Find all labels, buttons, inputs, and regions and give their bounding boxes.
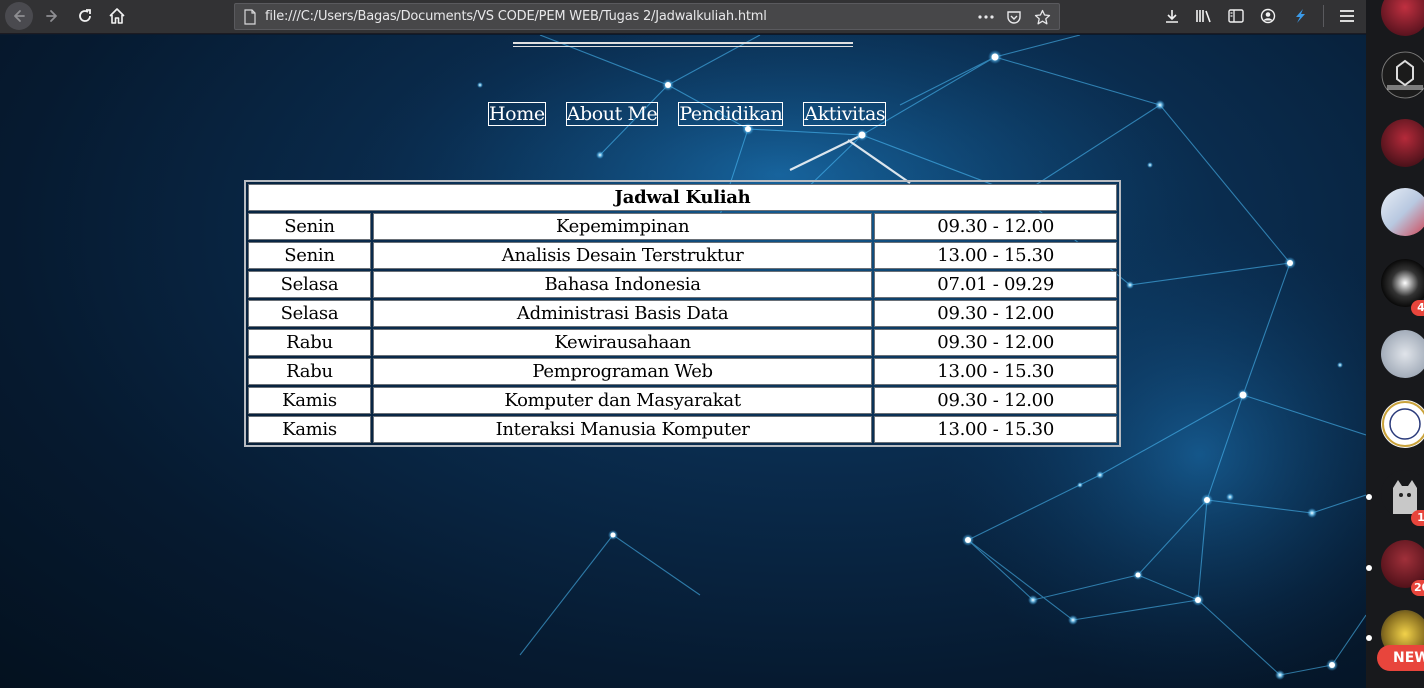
day-cell: Kamis <box>248 416 371 443</box>
chat-avatar[interactable] <box>1381 188 1424 236</box>
back-button[interactable] <box>5 2 33 30</box>
day-cell: Kamis <box>248 387 371 414</box>
pocket-icon <box>1007 11 1021 24</box>
new-messages-button[interactable]: NEW <box>1377 645 1424 671</box>
day-cell: Senin <box>248 242 371 269</box>
course-cell: Kepemimpinan <box>372 213 873 240</box>
active-indicator <box>1366 494 1372 500</box>
library-button[interactable] <box>1193 5 1215 27</box>
forward-icon <box>46 10 57 22</box>
table-row: Selasa Bahasa Indonesia 07.01 - 09.29 <box>248 271 1117 298</box>
reload-button[interactable] <box>71 3 99 29</box>
bookmark-star-icon <box>1034 9 1050 24</box>
unread-badge: 1 <box>1411 510 1424 526</box>
nav-link-pendidikan[interactable]: Pendidikan <box>678 102 784 126</box>
course-cell: Interaksi Manusia Komputer <box>372 416 873 443</box>
organization-logo-icon <box>1382 401 1424 447</box>
chat-avatar[interactable] <box>1381 330 1424 378</box>
url-text: file:///C:/Users/Bagas/Documents/VS CODE… <box>265 9 767 24</box>
toolbar-divider <box>1323 5 1324 27</box>
schedule-table: Jadwal Kuliah Senin Kepemimpinan 09.30 -… <box>244 180 1121 447</box>
course-cell: Analisis Desain Terstruktur <box>372 242 873 269</box>
table-row: Kamis Interaksi Manusia Komputer 13.00 -… <box>248 416 1117 443</box>
time-cell: 13.00 - 15.30 <box>874 242 1117 269</box>
day-cell: Rabu <box>248 329 371 356</box>
time-cell: 13.00 - 15.30 <box>874 358 1117 385</box>
chat-avatar[interactable] <box>1381 400 1424 448</box>
forward-button[interactable] <box>38 3 66 29</box>
course-cell: Pemprograman Web <box>372 358 873 385</box>
extension-icon <box>1296 9 1305 23</box>
time-cell: 09.30 - 12.00 <box>874 300 1117 327</box>
account-icon <box>1260 8 1276 24</box>
library-icon <box>1196 10 1211 23</box>
table-row: Kamis Komputer dan Masyarakat 09.30 - 12… <box>248 387 1117 414</box>
active-indicator <box>1366 565 1372 571</box>
time-cell: 09.30 - 12.00 <box>874 387 1117 414</box>
page-viewport: Home About Me Pendidikan Aktivitas Jadwa… <box>0 35 1366 688</box>
address-bar[interactable]: file:///C:/Users/Bagas/Documents/VS CODE… <box>234 3 1060 30</box>
page-icon <box>244 9 256 25</box>
nav-link-home[interactable]: Home <box>488 102 546 126</box>
active-indicator <box>1366 635 1372 641</box>
table-title: Jadwal Kuliah <box>248 184 1117 211</box>
course-cell: Kewirausahaan <box>372 329 873 356</box>
day-cell: Selasa <box>248 300 371 327</box>
table-row: Senin Kepemimpinan 09.30 - 12.00 <box>248 213 1117 240</box>
home-button[interactable] <box>103 3 131 29</box>
chat-avatar[interactable] <box>1381 0 1424 36</box>
browser-toolbar: file:///C:/Users/Bagas/Documents/VS CODE… <box>0 0 1366 34</box>
chat-sidebar: 4 1 20 <box>1366 0 1424 688</box>
pocket-button[interactable] <box>1003 7 1025 27</box>
nav-link-aktivitas[interactable]: Aktivitas <box>803 102 887 126</box>
unread-badge: 20 <box>1411 580 1424 596</box>
menu-icon <box>1340 10 1354 22</box>
chat-avatar[interactable] <box>1381 51 1424 99</box>
table-row: Selasa Administrasi Basis Data 09.30 - 1… <box>248 300 1117 327</box>
day-cell: Senin <box>248 213 371 240</box>
page-actions-button[interactable] <box>975 7 997 27</box>
downloads-button[interactable] <box>1161 5 1183 27</box>
table-body: Senin Kepemimpinan 09.30 - 12.00 Senin A… <box>248 213 1117 443</box>
course-cell: Bahasa Indonesia <box>372 271 873 298</box>
time-cell: 09.30 - 12.00 <box>874 329 1117 356</box>
home-icon <box>109 8 125 24</box>
sidebar-icon <box>1228 9 1244 23</box>
bookmark-button[interactable] <box>1031 7 1053 27</box>
extension-button[interactable] <box>1289 5 1311 27</box>
account-button[interactable] <box>1257 5 1279 27</box>
sidebar-button[interactable] <box>1225 5 1247 27</box>
menu-button[interactable] <box>1336 5 1358 27</box>
main-nav: Home About Me Pendidikan Aktivitas <box>488 102 887 126</box>
day-cell: Rabu <box>248 358 371 385</box>
horizontal-rule <box>513 42 853 47</box>
table-row: Rabu Kewirausahaan 09.30 - 12.00 <box>248 329 1117 356</box>
day-cell: Selasa <box>248 271 371 298</box>
download-icon <box>1166 10 1178 23</box>
unread-badge: 4 <box>1411 300 1424 316</box>
more-icon <box>978 15 994 19</box>
time-cell: 09.30 - 12.00 <box>874 213 1117 240</box>
course-cell: Komputer dan Masyarakat <box>372 387 873 414</box>
chat-avatar[interactable] <box>1381 119 1424 167</box>
table-row: Rabu Pemprograman Web 13.00 - 15.30 <box>248 358 1117 385</box>
nav-link-about[interactable]: About Me <box>565 102 659 126</box>
course-cell: Administrasi Basis Data <box>372 300 873 327</box>
class-logo-icon <box>1381 51 1424 99</box>
back-icon <box>14 10 25 22</box>
time-cell: 13.00 - 15.30 <box>874 416 1117 443</box>
table-header-row: Jadwal Kuliah <box>248 184 1117 211</box>
table-row: Senin Analisis Desain Terstruktur 13.00 … <box>248 242 1117 269</box>
reload-icon <box>79 9 91 22</box>
time-cell: 07.01 - 09.29 <box>874 271 1117 298</box>
